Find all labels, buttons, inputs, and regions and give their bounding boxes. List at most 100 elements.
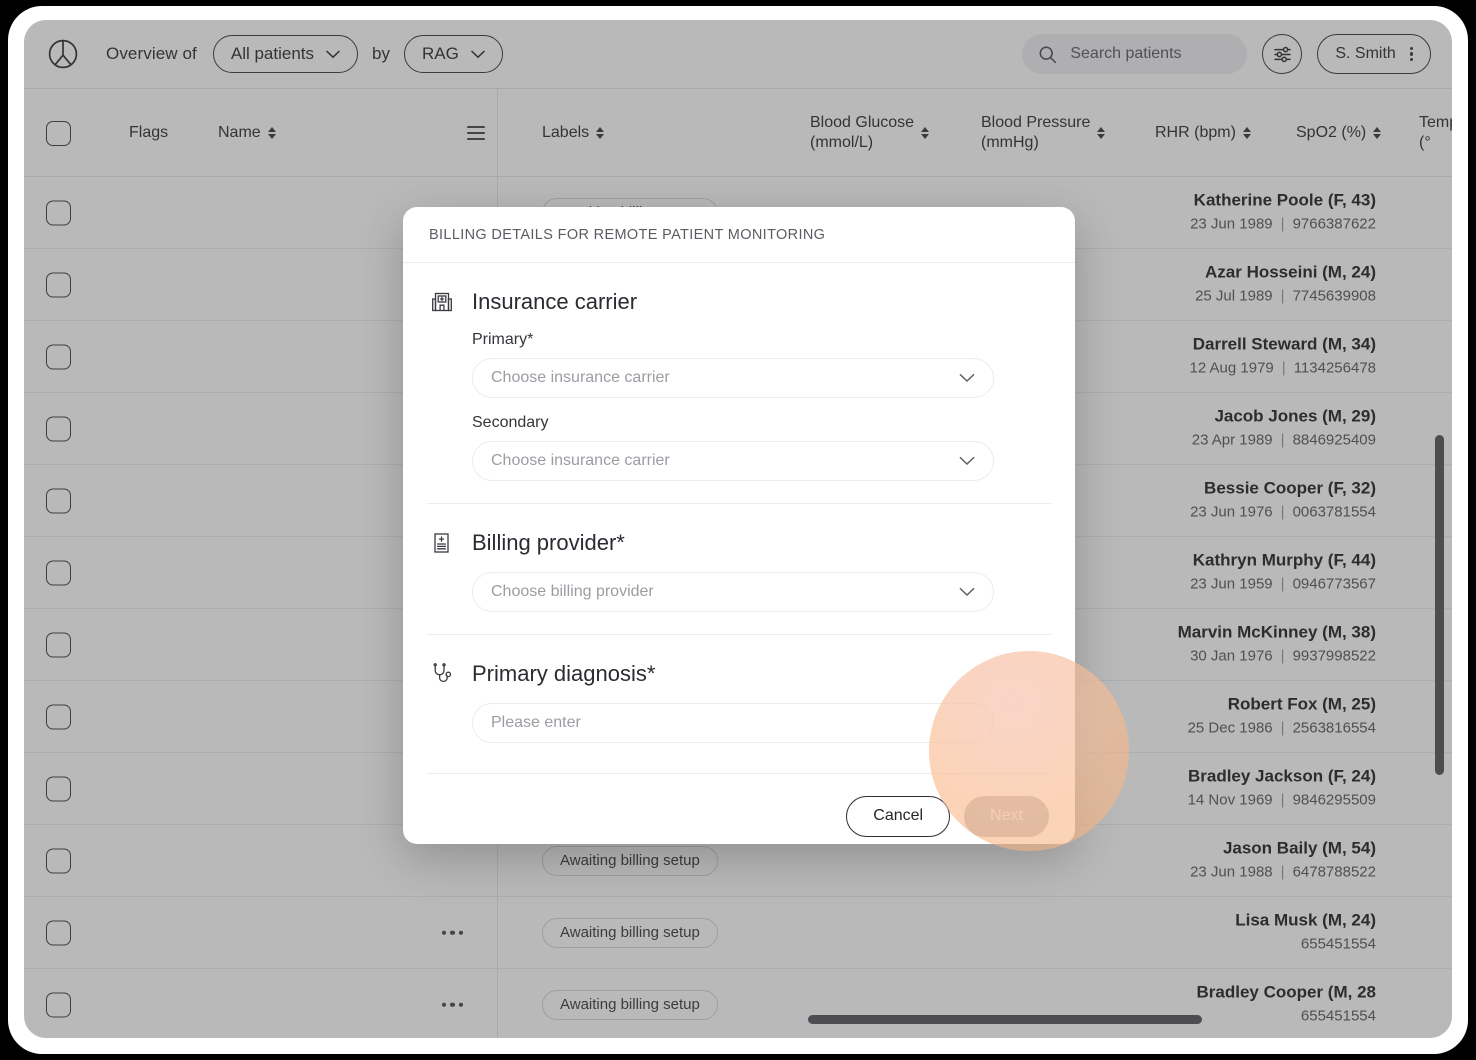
row-select-checkbox[interactable] <box>46 920 71 945</box>
patient-dob: 23 Jun 1989 <box>1190 216 1273 234</box>
sort-icon[interactable] <box>921 127 930 139</box>
patient-meta: 23 Jun 1988 | 6478788522 <box>1056 862 1376 884</box>
column-header-spo2[interactable]: SpO2 (%) <box>1296 89 1382 177</box>
row-select-checkbox[interactable] <box>46 272 71 297</box>
patient-dob: 23 Jun 1959 <box>1190 576 1273 594</box>
patient-name: Bessie Cooper (F, 32) <box>1204 478 1376 498</box>
patient-name: Lisa Musk (M, 24) <box>1235 910 1376 930</box>
column-header-blood-glucose[interactable]: Blood Glucose (mmol/L) <box>810 89 930 177</box>
column-header-blood-pressure[interactable]: Blood Pressure (mmHg) <box>981 89 1106 177</box>
row-select-checkbox[interactable] <box>46 344 71 369</box>
column-header-name[interactable]: Name <box>218 89 276 177</box>
hospital-icon <box>429 289 455 315</box>
row-select-checkbox[interactable] <box>46 848 71 873</box>
overview-label: Overview of <box>106 44 197 63</box>
patient-name: Marvin McKinney (M, 38) <box>1177 622 1376 642</box>
row-select-checkbox[interactable] <box>46 776 71 801</box>
row-select-checkbox[interactable] <box>46 992 71 1017</box>
section-insurance-carrier: Insurance carrier Primary* Choose insura… <box>427 263 1051 504</box>
meta-separator: | <box>1281 360 1286 378</box>
patient-name-cell: Jacob Jones (M, 29) 23 Apr 1989 | 884692540… <box>1056 405 1452 452</box>
row-select-checkbox[interactable] <box>46 632 71 657</box>
cancel-button[interactable]: Cancel <box>846 795 951 837</box>
sort-icon[interactable] <box>1373 127 1382 139</box>
search-input[interactable]: Search patients <box>1022 34 1248 74</box>
patient-name: Kathryn Murphy (F, 44) <box>1192 550 1376 570</box>
patient-dob: 12 Aug 1979 <box>1189 360 1274 378</box>
row-select-checkbox[interactable] <box>46 704 71 729</box>
grouping-filter-dropdown[interactable]: RAG <box>404 35 503 73</box>
column-unit-blood-glucose: (mmol/L) <box>810 134 874 151</box>
row-select-checkbox[interactable] <box>46 488 71 513</box>
sort-icon[interactable] <box>1097 127 1106 139</box>
sort-icon[interactable] <box>267 127 276 139</box>
row-select-checkbox[interactable] <box>46 416 71 441</box>
column-header-rhr[interactable]: RHR (bpm) <box>1155 89 1251 177</box>
column-label-flags: Flags <box>129 124 169 141</box>
sort-icon[interactable] <box>1242 127 1251 139</box>
patient-meta: 30 Jan 1976 | 9937998522 <box>1056 646 1376 668</box>
field-primary-diagnosis: Please enter <box>427 703 1051 743</box>
chevron-down-icon <box>959 587 975 596</box>
patient-dob: 25 Jul 1989 <box>1195 288 1273 306</box>
kebab-menu-icon <box>1409 46 1413 62</box>
sliders-icon <box>1274 46 1291 62</box>
column-header-labels[interactable]: Labels <box>542 89 605 177</box>
patient-dob: 23 Jun 1988 <box>1190 864 1273 882</box>
primary-insurance-placeholder: Choose insurance carrier <box>491 369 670 386</box>
patient-id: 1134256478 <box>1293 360 1376 378</box>
billing-provider-select[interactable]: Choose billing provider <box>472 572 994 612</box>
field-primary-insurance: Primary* Choose insurance carrier <box>427 331 1051 398</box>
patient-name-cell: Marvin McKinney (M, 38) 30 Jan 1976 | 99379… <box>1056 621 1452 668</box>
vertical-scrollbar[interactable] <box>1435 435 1444 775</box>
patient-id: 655451554 <box>1300 936 1376 954</box>
patient-dob: 23 Jun 1976 <box>1190 504 1273 522</box>
row-select-checkbox[interactable] <box>46 560 71 585</box>
meta-separator: | <box>1280 216 1285 234</box>
primary-insurance-select[interactable]: Choose insurance carrier <box>472 358 994 398</box>
primary-diagnosis-input[interactable]: Please enter <box>472 703 994 743</box>
patient-name-cell: Azar Hosseini (M, 24) 25 Jul 1989 | 7745639… <box>1056 261 1452 308</box>
search-icon <box>1039 46 1057 63</box>
patient-name-cell: Katherine Poole (F, 43) 23 Jun 1989 | 97663… <box>1056 189 1452 236</box>
row-select-checkbox[interactable] <box>46 200 71 225</box>
section-billing-provider: Billing provider* Choose billing provide… <box>427 504 1051 635</box>
secondary-insurance-select[interactable]: Choose insurance carrier <box>472 441 994 481</box>
column-unit-blood-pressure: (mmHg) <box>981 134 1039 151</box>
patient-id: 6478788522 <box>1292 864 1376 882</box>
chevron-down-icon <box>959 373 975 382</box>
column-label-blood-glucose: Blood Glucose <box>810 114 915 131</box>
patient-name-cell: Bradley Jackson (F, 24) 14 Nov 1969 | 98462… <box>1056 765 1452 812</box>
patient-id: 655451554 <box>1300 1008 1376 1026</box>
horizontal-scrollbar[interactable] <box>808 1015 1202 1024</box>
meta-separator: | <box>1280 792 1285 810</box>
user-name-label: S. Smith <box>1335 45 1396 62</box>
modal-footer: Cancel Next <box>403 774 1075 844</box>
meta-separator: | <box>1280 648 1285 666</box>
patient-name: Robert Fox (M, 25) <box>1227 694 1376 714</box>
screenshot-root: Overview of All patients by RAG Search p… <box>0 0 1476 1060</box>
column-label-rhr: RHR (bpm) <box>1155 124 1236 141</box>
table-header: Flags Name Labels Blood Glucose (mmol/L) <box>24 89 1452 177</box>
column-header-temp[interactable]: Temp (° <box>1419 89 1452 177</box>
patient-id: 9846295509 <box>1292 792 1376 810</box>
row-more-actions-icon[interactable] <box>442 930 464 935</box>
user-menu-button[interactable]: S. Smith <box>1317 34 1431 74</box>
row-more-actions-icon[interactable] <box>442 1002 464 1007</box>
patient-meta: 23 Jun 1989 | 9766387622 <box>1056 214 1376 236</box>
select-all-checkbox[interactable] <box>46 120 71 146</box>
patient-dob: 14 Nov 1969 <box>1187 792 1273 810</box>
filter-settings-button[interactable] <box>1262 34 1303 74</box>
patient-name-cell: Robert Fox (M, 25) 25 Dec 1986 | 2563816554 <box>1056 693 1452 740</box>
meta-separator: | <box>1280 288 1285 306</box>
patient-id: 0063781554 <box>1292 504 1376 522</box>
table-row[interactable]: Lisa Musk (M, 24) 655451554 Awaiting billi… <box>24 897 1452 969</box>
sort-icon[interactable] <box>596 127 605 139</box>
patient-meta: 14 Nov 1969 | 9846295509 <box>1056 790 1376 812</box>
section-title: Insurance carrier <box>472 289 638 314</box>
patients-filter-dropdown[interactable]: All patients <box>212 35 359 73</box>
patient-meta: 655451554 <box>1056 934 1376 956</box>
patient-name-cell: Kathryn Murphy (F, 44) 23 Jun 1959 | 094677… <box>1056 549 1452 596</box>
table-row[interactable]: Bradley Cooper (M, 28 655451554 Awaiting b… <box>24 969 1452 1038</box>
column-options-button[interactable] <box>467 89 485 177</box>
